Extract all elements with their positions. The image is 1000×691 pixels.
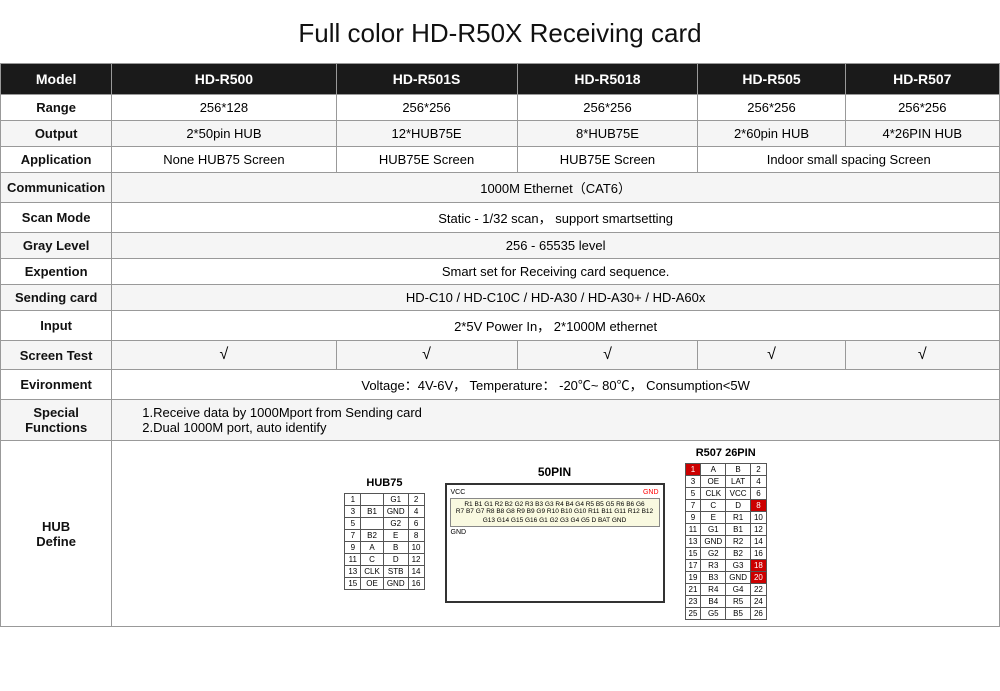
table-row: Expention Smart set for Receiving card s… bbox=[1, 259, 1000, 285]
row-label-special: Special Functions bbox=[1, 400, 112, 441]
row-label-expention: Expention bbox=[1, 259, 112, 285]
page-title: Full color HD-R50X Receiving card bbox=[0, 0, 1000, 63]
col-r501s: HD-R501S bbox=[336, 64, 517, 95]
cell-range-r500: 256*128 bbox=[112, 95, 336, 121]
row-label-output: Output bbox=[1, 121, 112, 147]
table-row: Range 256*128 256*256 256*256 256*256 25… bbox=[1, 95, 1000, 121]
r507-table: 1AB2 3OELAT4 5CLKVCC6 7CD8 9ER110 11G1B1… bbox=[685, 463, 767, 620]
col-r500: HD-R500 bbox=[112, 64, 336, 95]
pin50-gnd-label: GND bbox=[450, 528, 660, 537]
col-model: Model bbox=[1, 64, 112, 95]
cell-screentest-r501s: √ bbox=[336, 341, 517, 370]
table-row: Scan Mode Static - 1/32 scan， support sm… bbox=[1, 203, 1000, 233]
main-table: Model HD-R500 HD-R501S HD-R5018 HD-R505 … bbox=[0, 63, 1000, 627]
col-r505: HD-R505 bbox=[698, 64, 845, 95]
cell-special: 1.Receive data by 1000Mport from Sending… bbox=[112, 400, 1000, 441]
row-label-range: Range bbox=[1, 95, 112, 121]
pin50-inner-rows: VCC GND R1 B1 G1 R2 B2 G2 R3 B3 G3 R4 B4… bbox=[450, 488, 660, 537]
row-label-scanmode: Scan Mode bbox=[1, 203, 112, 233]
table-row: Gray Level 256 - 65535 level bbox=[1, 233, 1000, 259]
hub75-label: HUB75 bbox=[344, 477, 424, 489]
table-row: Application None HUB75 Screen HUB75E Scr… bbox=[1, 147, 1000, 173]
cell-evironment: Voltage：4V-6V， Temperature： -20℃~ 80℃， C… bbox=[112, 370, 1000, 400]
pin50-section: 50PIN VCC GND R1 B1 G1 R2 B2 G2 R3 B3 G3… bbox=[445, 465, 665, 603]
pin50-diagram: VCC GND R1 B1 G1 R2 B2 G2 R3 B3 G3 R4 B4… bbox=[445, 483, 665, 603]
table-row: Special Functions 1.Receive data by 1000… bbox=[1, 400, 1000, 441]
cell-screentest-r500: √ bbox=[112, 341, 336, 370]
cell-input: 2*5V Power In， 2*1000M ethernet bbox=[112, 311, 1000, 341]
hub75-section: HUB75 1G12 3B1GND4 5G26 7B2E8 9AB10 11CD… bbox=[344, 477, 424, 590]
pin50-top-labels: VCC GND bbox=[450, 488, 660, 497]
cell-app-r5018: HUB75E Screen bbox=[517, 147, 698, 173]
table-row: Sending card HD-C10 / HD-C10C / HD-A30 /… bbox=[1, 285, 1000, 311]
row-label-sendingcard: Sending card bbox=[1, 285, 112, 311]
row-label-communication: Communication bbox=[1, 173, 112, 203]
cell-range-r501s: 256*256 bbox=[336, 95, 517, 121]
row-label-input: Input bbox=[1, 311, 112, 341]
cell-output-r505: 2*60pin HUB bbox=[698, 121, 845, 147]
cell-hub-diagram: HUB75 1G12 3B1GND4 5G26 7B2E8 9AB10 11CD… bbox=[112, 441, 1000, 627]
pin50-label: 50PIN bbox=[445, 465, 665, 479]
row-label-screentest: Screen Test bbox=[1, 341, 112, 370]
cell-communication: 1000M Ethernet（CAT6） bbox=[112, 173, 1000, 203]
cell-sendingcard: HD-C10 / HD-C10C / HD-A30 / HD-A30+ / HD… bbox=[112, 285, 1000, 311]
cell-screentest-r505: √ bbox=[698, 341, 845, 370]
table-row: Evironment Voltage：4V-6V， Temperature： -… bbox=[1, 370, 1000, 400]
cell-output-r5018: 8*HUB75E bbox=[517, 121, 698, 147]
special-line1: 1.Receive data by 1000Mport from Sending… bbox=[142, 405, 993, 420]
pin50-rows-block: R1 B1 G1 R2 B2 G2 R3 B3 G3 R4 B4 G4 R5 B… bbox=[450, 498, 660, 527]
table-row: Input 2*5V Power In， 2*1000M ethernet bbox=[1, 311, 1000, 341]
cell-app-r501s: HUB75E Screen bbox=[336, 147, 517, 173]
row-label-graylevel: Gray Level bbox=[1, 233, 112, 259]
cell-screentest-r5018: √ bbox=[517, 341, 698, 370]
cell-range-r5018: 256*256 bbox=[517, 95, 698, 121]
cell-range-r507: 256*256 bbox=[845, 95, 999, 121]
table-row: Output 2*50pin HUB 12*HUB75E 8*HUB75E 2*… bbox=[1, 121, 1000, 147]
table-row: Communication 1000M Ethernet（CAT6） bbox=[1, 173, 1000, 203]
hub75-table: 1G12 3B1GND4 5G26 7B2E8 9AB10 11CD12 13C… bbox=[344, 493, 424, 590]
cell-app-r500: None HUB75 Screen bbox=[112, 147, 336, 173]
cell-range-r505: 256*256 bbox=[698, 95, 845, 121]
row-label-hub: HUB Define bbox=[1, 441, 112, 627]
row-label-application: Application bbox=[1, 147, 112, 173]
special-line2: 2.Dual 1000M port, auto identify bbox=[142, 420, 993, 435]
hub-diagram-container: HUB75 1G12 3B1GND4 5G26 7B2E8 9AB10 11CD… bbox=[118, 447, 993, 620]
cell-output-r500: 2*50pin HUB bbox=[112, 121, 336, 147]
cell-graylevel: 256 - 65535 level bbox=[112, 233, 1000, 259]
table-row-hub: HUB Define HUB75 1G12 3B1GND4 5G26 7B2E8… bbox=[1, 441, 1000, 627]
cell-output-r507: 4*26PIN HUB bbox=[845, 121, 999, 147]
cell-app-r505-507: Indoor small spacing Screen bbox=[698, 147, 1000, 173]
cell-output-r501s: 12*HUB75E bbox=[336, 121, 517, 147]
cell-screentest-r507: √ bbox=[845, 341, 999, 370]
row-label-evironment: Evironment bbox=[1, 370, 112, 400]
col-r5018: HD-R5018 bbox=[517, 64, 698, 95]
col-r507: HD-R507 bbox=[845, 64, 999, 95]
r507-section: R507 26PIN 1AB2 3OELAT4 5CLKVCC6 7CD8 9E… bbox=[685, 447, 767, 620]
r507-label: R507 26PIN bbox=[685, 447, 767, 459]
cell-scanmode: Static - 1/32 scan， support smartsetting bbox=[112, 203, 1000, 233]
cell-expention: Smart set for Receiving card sequence. bbox=[112, 259, 1000, 285]
table-row: Screen Test √ √ √ √ √ bbox=[1, 341, 1000, 370]
